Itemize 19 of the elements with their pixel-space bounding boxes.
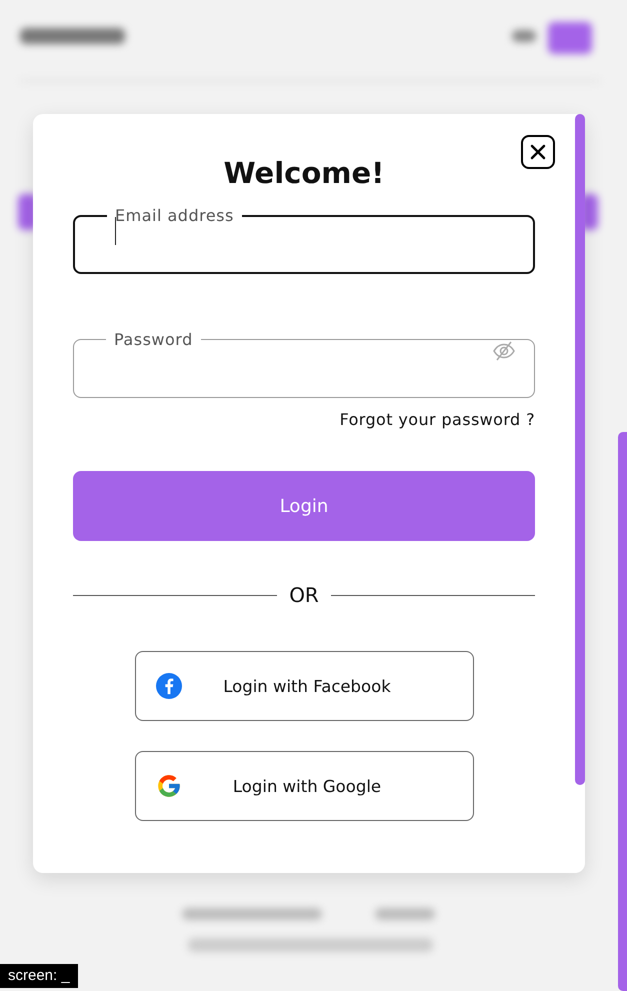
field-label: Email address — [114, 206, 235, 225]
google-icon — [156, 773, 182, 799]
password-field[interactable]: Password — [73, 330, 535, 398]
facebook-icon — [156, 673, 182, 699]
field-label: Password — [113, 330, 194, 349]
or-divider-text: OR — [289, 583, 319, 607]
facebook-login-button[interactable]: Login with Facebook — [134, 651, 474, 721]
screen-label: screen: _ — [0, 964, 78, 988]
eye-slash-icon[interactable] — [492, 339, 516, 363]
email-field[interactable]: Email address — [73, 206, 535, 274]
dialog-scrollbar[interactable] — [575, 114, 585, 785]
page-scrollbar[interactable] — [618, 432, 627, 991]
text-cursor — [115, 217, 116, 245]
close-icon — [528, 142, 548, 162]
forgot-password-link[interactable]: Forgot your password ? — [340, 410, 535, 429]
close-button[interactable] — [521, 135, 555, 169]
google-login-button[interactable]: Login with Google — [134, 751, 474, 821]
dialog-title: Welcome! — [224, 156, 384, 190]
login-button[interactable]: Login — [73, 471, 535, 541]
